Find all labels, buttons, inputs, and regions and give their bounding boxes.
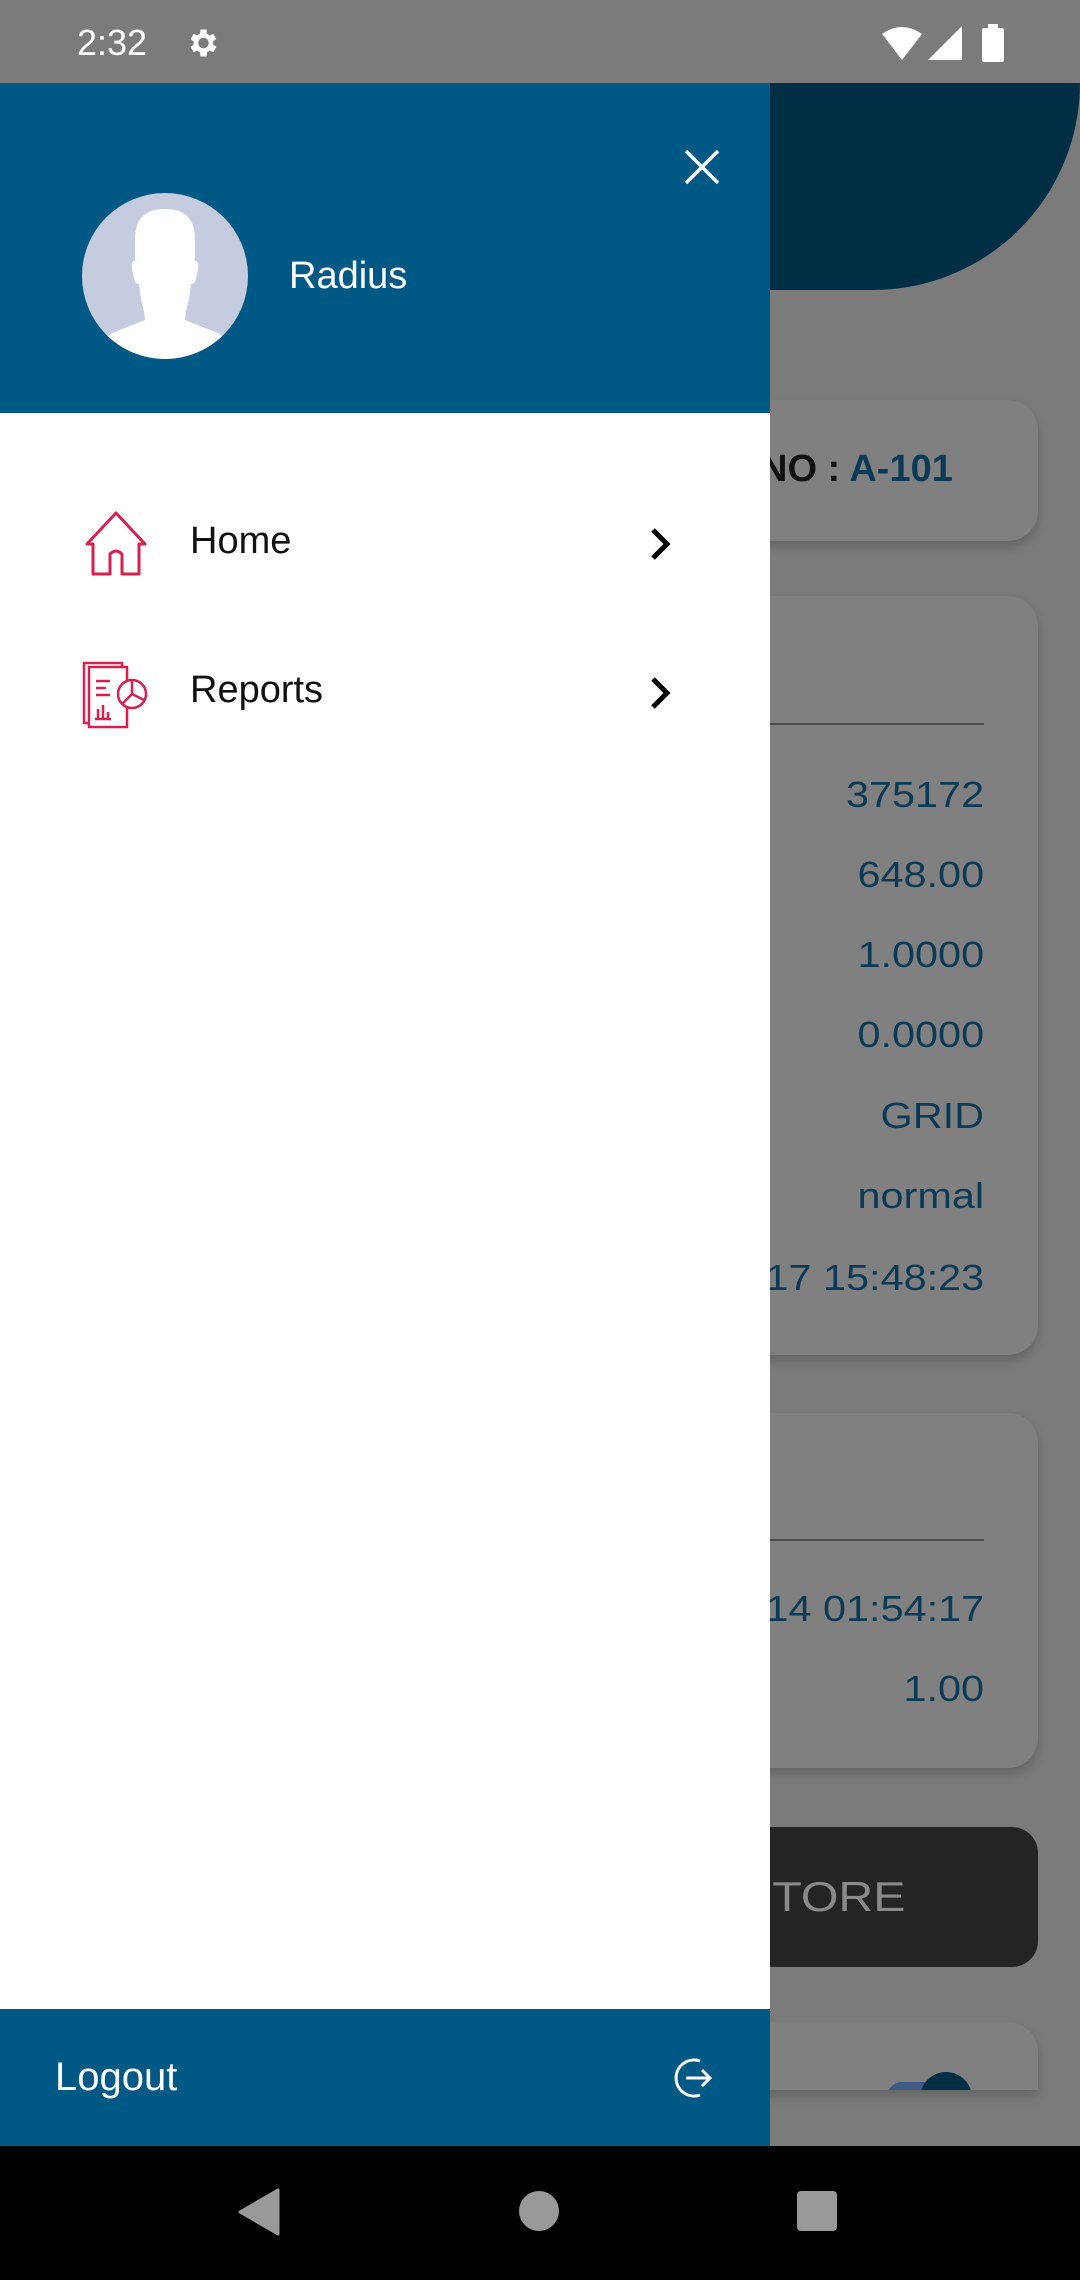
detail-value: 0.0000 — [857, 1014, 984, 1055]
battery-icon — [982, 24, 1004, 62]
unit-label: NO : — [760, 448, 850, 490]
unit-value: A-101 — [849, 448, 953, 490]
menu-label: Home — [190, 520, 292, 562]
status-time: 2:32 — [77, 22, 148, 63]
menu-item-reports[interactable]: Reports — [0, 633, 770, 753]
close-icon[interactable] — [684, 149, 720, 185]
detail-value: GRID — [880, 1095, 985, 1136]
detail-value: -17 15:48:23 — [751, 1257, 984, 1298]
home-icon — [85, 511, 147, 576]
chevron-right-icon — [651, 677, 671, 709]
wifi-icon — [882, 27, 922, 60]
reports-icon — [82, 661, 148, 729]
avatar — [82, 193, 248, 359]
drawer-header: Radius — [0, 83, 770, 413]
detail-value: -14 01:54:17 — [751, 1588, 984, 1629]
menu-item-home[interactable]: Home — [0, 484, 770, 604]
logout-icon — [674, 2058, 713, 2098]
navigation-drawer: Radius Home Reports Logout — [0, 83, 770, 2146]
status-bar: 2:32 — [0, 0, 1080, 83]
detail-value: 375172 — [845, 774, 984, 815]
system-nav-bar — [0, 2146, 1080, 2280]
signal-icon — [928, 26, 962, 60]
home-nav-icon[interactable] — [519, 2191, 559, 2231]
back-icon[interactable] — [238, 2188, 280, 2236]
detail-value: 648.00 — [857, 854, 984, 895]
detail-value: normal — [857, 1175, 984, 1216]
detail-value: 1.0000 — [857, 934, 984, 975]
detail-value: 1.00 — [903, 1668, 984, 1709]
logout-button[interactable]: Logout — [0, 2009, 770, 2146]
recents-icon[interactable] — [797, 2191, 837, 2231]
user-name: Radius — [289, 255, 408, 297]
chevron-right-icon — [651, 528, 671, 560]
menu-label: Reports — [190, 669, 324, 711]
toggle-thumb[interactable] — [920, 2072, 972, 2090]
logout-label: Logout — [55, 2055, 178, 2099]
gear-icon — [190, 29, 217, 57]
